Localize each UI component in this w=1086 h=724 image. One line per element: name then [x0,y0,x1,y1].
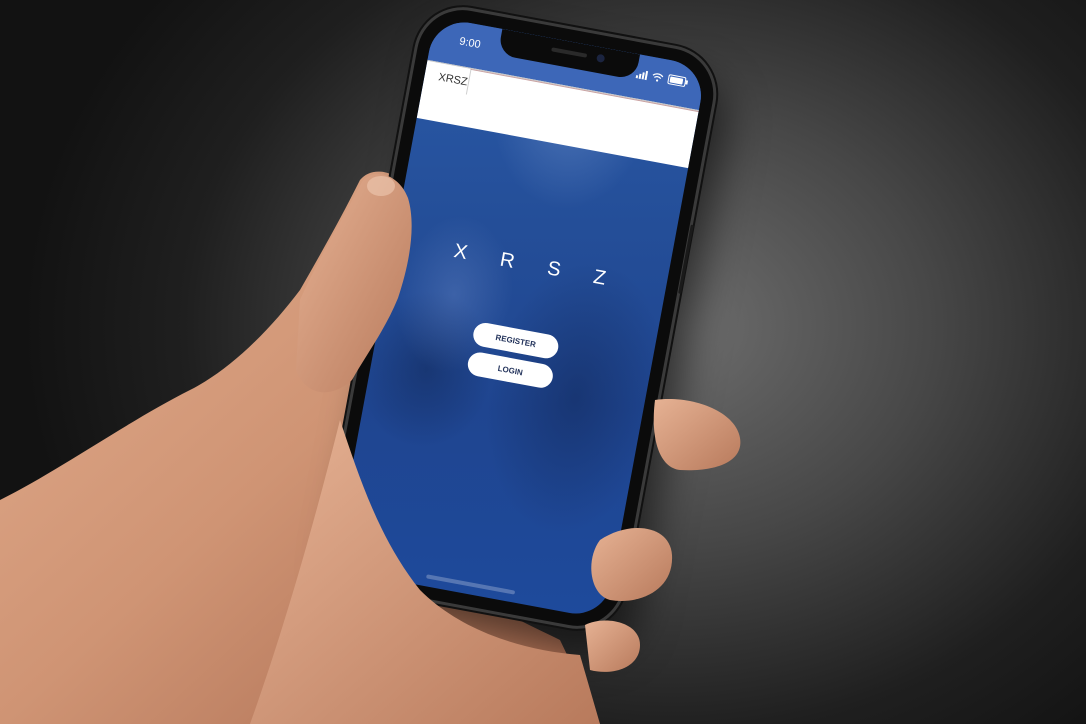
hand-front-image [250,174,741,724]
photo-scene: 9:00 XRSZ X R S Z REGISTER LOGIN [0,0,1086,724]
